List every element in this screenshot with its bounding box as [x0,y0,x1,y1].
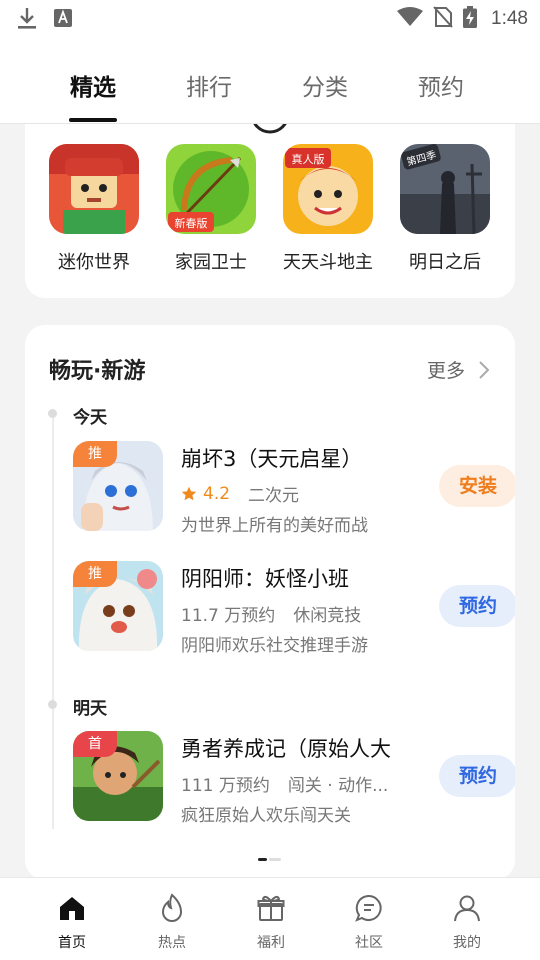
font-a-icon [54,9,72,31]
more-label: 更多 [426,360,465,382]
chat-icon [329,892,409,924]
day-label-tomorrow: 明天 [73,699,107,719]
game-reservations: 11.7 万预约 [181,606,276,626]
app-name: 家园卫士 [175,252,247,273]
download-icon [16,6,38,34]
game-row[interactable]: 推 阴阳师：妖怪小班 11.7 万预约 休闲竞技 阴阳师欢乐社交推理手游 预约 [73,561,515,656]
reserve-button[interactable]: 预约 [439,755,515,797]
game-name: 勇者养成记（原始人大 [181,737,391,761]
section-title: 畅玩·新游 [49,359,146,384]
game-name: 阴阳师：妖怪小班 [181,567,349,591]
app-item[interactable]: 真人版 天天斗地主 [268,144,388,274]
wifi-icon [397,7,424,31]
top-apps-row: 迷你世界 新春版 家园卫士 真人版 天天斗地主 第四季 明日之后 [25,144,515,274]
game-row[interactable]: 首 勇者养成记（原始人大 111 万预约 闯关 · 动作... 疯狂原始人欢乐闯… [73,731,515,826]
active-tab-indicator [69,118,117,122]
app-name: 明日之后 [409,252,481,273]
app-name: 迷你世界 [58,252,130,273]
chevron-right-icon [479,360,489,379]
nav-community[interactable]: 社区 [329,892,409,952]
game-row[interactable]: 推 崩坏3（天元启星） 4.2 二次元 为世界上所有的美好而战 安装 [73,441,515,536]
game-desc: 为世界上所有的美好而战 [181,516,368,536]
app-name: 天天斗地主 [283,252,373,273]
no-sim-icon [433,6,453,32]
gift-icon [231,892,311,924]
game-desc: 阴阳师欢乐社交推理手游 [181,636,368,656]
install-button[interactable]: 安装 [439,465,515,507]
game-meta: 4.2 二次元 [181,481,299,506]
game-icon-onmyoji-class[interactable]: 推 [73,561,163,651]
timeline-line [52,409,54,829]
badge-new-spring: 新春版 [175,216,208,230]
tab-featured[interactable]: 精选 [43,68,143,102]
game-tag: 休闲竞技 [293,606,362,626]
top-header: 1:48 精选 排行 分类 预约 [0,0,540,124]
page-indicator [258,858,282,861]
tab-ranking[interactable]: 排行 [159,68,259,102]
status-time: 1:48 [491,8,528,29]
timeline-dot [48,409,57,418]
star-icon [181,486,197,500]
more-link[interactable]: 更多 [427,356,489,383]
nav-hot[interactable]: 热点 [132,892,212,952]
flame-icon [132,892,212,924]
game-icon-honkai[interactable]: 推 [73,441,163,531]
tab-category[interactable]: 分类 [275,68,375,102]
game-icon-hero-growth[interactable]: 首 [73,731,163,821]
nav-label: 热点 [158,935,186,951]
new-games-card: 畅玩·新游 更多 今天 推 崩坏3（天元启星） 4.2 二次元 为世界上所有的美… [25,325,515,880]
bottom-nav: 首页 热点 福利 社区 我的 [0,877,540,960]
nav-label: 社区 [355,935,383,951]
day-label-today: 今天 [73,408,107,428]
game-reservations: 111 万预约 [181,776,270,796]
nav-label: 我的 [453,935,481,951]
game-rating: 4.2 [203,483,231,504]
app-item[interactable]: 新春版 家园卫士 [151,144,271,274]
game-meta: 111 万预约 闯关 · 动作... [181,771,388,796]
badge-recommend: 推 [73,561,117,587]
home-icon [32,892,112,924]
app-item[interactable]: 第四季 明日之后 [385,144,505,274]
game-meta: 11.7 万预约 休闲竞技 [181,601,361,626]
top-tabs: 精选 排行 分类 预约 [0,68,540,124]
nav-home[interactable]: 首页 [32,892,112,952]
top-apps-card: 迷你世界 新春版 家园卫士 真人版 天天斗地主 第四季 明日之后 [25,100,515,298]
app-icon-home-guard[interactable]: 新春版 [166,144,256,234]
app-item[interactable]: 迷你世界 [34,144,154,274]
timeline-dot [48,700,57,709]
page-dot [269,858,281,861]
page-dot-active [258,858,267,861]
nav-label: 福利 [257,935,285,951]
app-icon-doudizhu[interactable]: 真人版 [283,144,373,234]
battery-charging-icon [463,6,478,32]
game-desc: 疯狂原始人欢乐闯天关 [181,806,351,826]
user-icon [427,892,507,924]
badge-real-person: 真人版 [292,152,325,166]
status-bar: 1:48 [0,0,540,36]
game-name: 崩坏3（天元启星） [181,447,363,471]
tab-reservation[interactable]: 预约 [391,68,491,102]
badge-recommend: 推 [73,441,117,467]
game-tag: 闯关 · 动作... [287,776,389,796]
game-tag: 二次元 [248,486,300,506]
nav-welfare[interactable]: 福利 [231,892,311,952]
reserve-button[interactable]: 预约 [439,585,515,627]
badge-first: 首 [73,731,117,757]
app-icon-mini-world[interactable] [49,144,139,234]
nav-label: 首页 [58,935,86,951]
nav-me[interactable]: 我的 [427,892,507,952]
app-icon-lifeafter[interactable]: 第四季 [400,144,490,234]
